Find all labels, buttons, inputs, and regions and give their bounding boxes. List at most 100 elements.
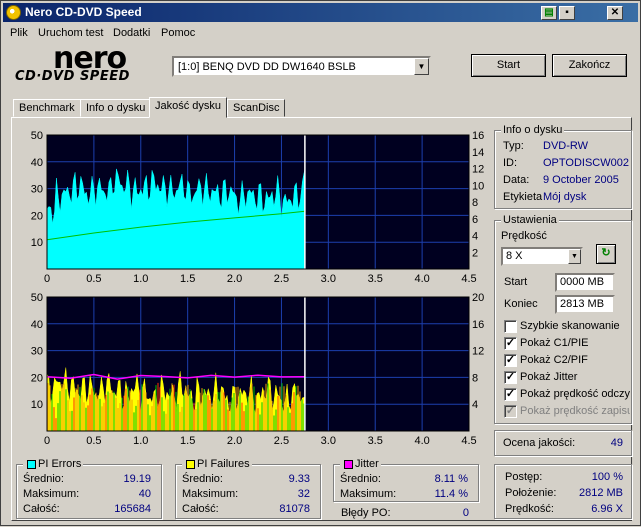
end-input[interactable]: 2813 MB: [555, 295, 615, 314]
chart-0: 0 0.5 1.0 1.5 2.0 2.5 3.0 3.5 4.0 4.5 50 40 30 20 10 16…: [31, 130, 485, 285]
quality-score-label: Ocena jakości:: [503, 437, 576, 449]
x-tick-label: 0.5: [86, 273, 101, 285]
pi-errors-color-swatch: [27, 460, 36, 469]
chart-1: 0 0.5 1.0 1.5 2.0 2.5 3.0 3.5 4.0 4.5 50 40 30 20 10 20…: [31, 292, 485, 447]
progress-box: Postęp: 100 % Położenie: 2812 MB Prędkoś…: [494, 464, 632, 519]
pi-errors-avg-value: 19.19: [123, 473, 151, 485]
speed-current-label: Prędkość:: [505, 503, 554, 515]
checkbox-1[interactable]: ✓: [504, 337, 517, 350]
disc-date-label: Data:: [503, 174, 530, 186]
speed-select[interactable]: 8 X ▼: [501, 247, 583, 266]
disc-label-label: Etykieta: [503, 191, 543, 203]
disc-type-label: Typ:: [503, 140, 524, 152]
disc-info-group: Info o dysku Typ: DVD-RW ID: OPTODISCW00…: [494, 124, 632, 209]
app-window: Nero CD-DVD Speed ▤ ▪ ✕ Plik Uruchom tes…: [0, 0, 641, 526]
checkbox-label-2: Pokaż C2/PIF: [520, 354, 588, 366]
quality-score-box: Ocena jakości: 49: [494, 430, 632, 456]
pi-failures-group: PI Failures Średnio: 9.33 Maksimum: 32 C…: [175, 458, 321, 519]
quality-score-value: 49: [610, 437, 623, 449]
speed-select-value: 8 X: [506, 250, 523, 262]
start-label: Start: [504, 276, 528, 288]
y-left-tick-label: 10: [31, 399, 43, 411]
x-tick-label: 4.0: [414, 273, 429, 285]
y-right-tick-label: 2: [472, 247, 478, 259]
checkbox-3[interactable]: ✓: [504, 371, 517, 384]
checkbox-label-5: Pokaż prędkość zapisu: [520, 405, 630, 417]
y-left-tick-label: 10: [31, 237, 43, 249]
jitter-max-label: Maksimum:: [340, 488, 397, 500]
speed-current-value: 6.96 X: [591, 503, 623, 515]
y-right-tick-label: 10: [472, 180, 484, 192]
po-errors-label: Błędy PO:: [341, 507, 391, 519]
checkbox-4[interactable]: ✓: [504, 388, 517, 401]
y-right-tick-label: 8: [472, 197, 478, 209]
y-left-tick-label: 20: [31, 210, 43, 222]
y-left-tick-label: 50: [31, 130, 43, 142]
jitter-color-swatch: [344, 460, 353, 469]
tab-jakosc-dysku[interactable]: Jakość dysku: [149, 97, 228, 118]
checkbox-0[interactable]: [504, 320, 517, 333]
y-left-tick-label: 30: [31, 184, 43, 196]
settings-title: Ustawienia: [501, 214, 559, 226]
y-left-tick-label: 20: [31, 372, 43, 384]
progress-value: 100 %: [591, 471, 623, 483]
start-input[interactable]: 0000 MB: [555, 273, 615, 292]
checkbox-2[interactable]: ✓: [504, 354, 517, 367]
jitter-max-value: 11.4 %: [434, 488, 468, 500]
jitter-avg-value: 8.11 %: [434, 473, 468, 485]
y-left-tick-label: 50: [31, 292, 43, 304]
pi-failures-max-value: 32: [297, 488, 310, 500]
pi-failures-total-label: Całość:: [182, 503, 219, 515]
x-tick-label: 1.5: [180, 435, 195, 447]
x-tick-label: 3.0: [321, 273, 336, 285]
pi-errors-group: PI Errors Średnio: 19.19 Maksimum: 40 Ca…: [16, 458, 162, 519]
x-tick-label: 2.5: [274, 435, 289, 447]
position-label: Położenie:: [505, 487, 557, 499]
pi-errors-total-label: Całość:: [23, 503, 60, 515]
y-right-tick-label: 14: [472, 147, 484, 159]
speed-label: Prędkość: [501, 230, 547, 242]
x-tick-label: 1.5: [180, 273, 195, 285]
pi-errors-total-value: 165684: [114, 503, 151, 515]
y-left-tick-label: 40: [31, 157, 43, 169]
x-tick-label: 3.5: [368, 435, 383, 447]
y-right-tick-label: 6: [472, 214, 478, 226]
position-value: 2812 MB: [578, 487, 623, 499]
y-right-tick-label: 12: [472, 346, 484, 358]
x-tick-label: 4.0: [414, 435, 429, 447]
settings-group: Ustawienia Prędkość 8 X ▼ ↻ Start 0000 M…: [494, 214, 632, 424]
x-tick-label: 3.0: [321, 435, 336, 447]
x-tick-label: 4.5: [461, 273, 476, 285]
refresh-speed-button[interactable]: ↻: [596, 244, 616, 264]
y-left-tick-label: 40: [31, 319, 43, 331]
pi-failures-color-swatch: [186, 460, 195, 469]
jitter-avg-label: Średnio:: [340, 473, 381, 485]
pi-errors-max-label: Maksimum:: [23, 488, 80, 500]
y-right-tick-label: 16: [472, 130, 484, 142]
po-errors-value: 0: [462, 507, 469, 519]
disc-date-value: 9 October 2005: [543, 174, 619, 186]
disc-label-value: Mój dysk: [543, 191, 587, 203]
progress-label: Postęp:: [505, 471, 543, 483]
y-right-tick-label: 16: [472, 319, 484, 331]
checkbox-label-4: Pokaż prędkość odczy: [520, 388, 630, 400]
x-tick-label: 2.0: [227, 435, 242, 447]
pi-errors-max-value: 40: [138, 488, 151, 500]
x-tick-label: 1.0: [133, 435, 148, 447]
chevron-down-icon[interactable]: ▼: [568, 249, 581, 264]
checkbox-label-0: Szybkie skanowanie: [520, 320, 620, 332]
y-right-tick-label: 20: [472, 292, 484, 304]
pi-failures-avg-label: Średnio:: [182, 473, 223, 485]
x-tick-label: 2.5: [274, 273, 289, 285]
disc-type-value: DVD-RW: [543, 140, 589, 152]
pi-failures-avg-value: 9.33: [288, 473, 310, 485]
end-label: Koniec: [504, 298, 538, 310]
y-left-tick-label: 30: [31, 346, 43, 358]
pi-failures-total-value: 81078: [279, 503, 310, 515]
y-right-tick-label: 4: [472, 399, 478, 411]
y-right-tick-label: 4: [472, 231, 478, 243]
y-right-tick-label: 8: [472, 372, 478, 384]
y-right-tick-label: 12: [472, 164, 484, 176]
x-tick-label: 2.0: [227, 273, 242, 285]
x-tick-label: 3.5: [368, 273, 383, 285]
